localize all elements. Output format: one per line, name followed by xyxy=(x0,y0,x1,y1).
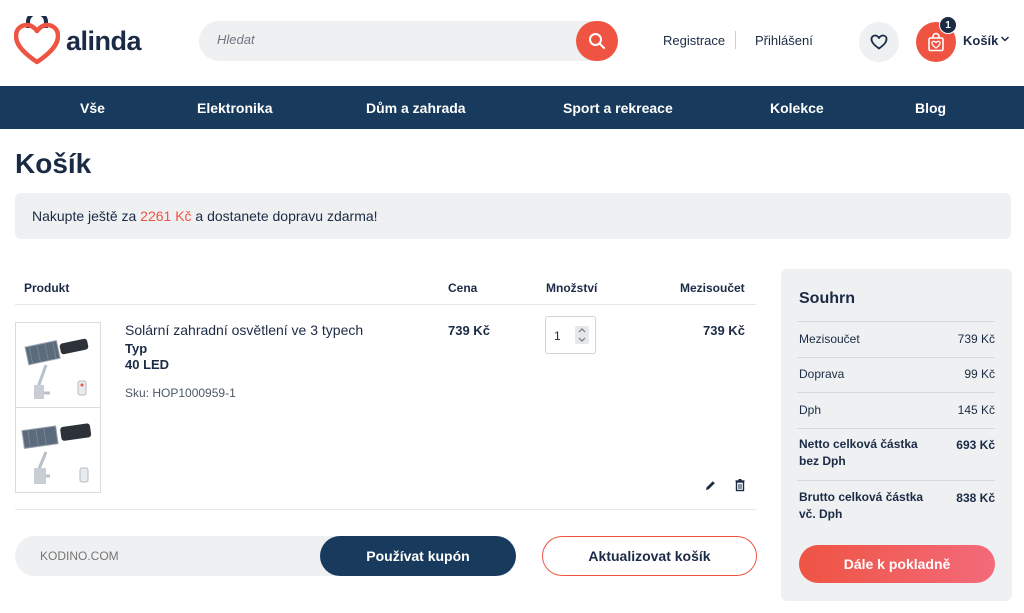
update-cart-button[interactable]: Aktualizovat košík xyxy=(542,536,757,576)
divider xyxy=(735,31,736,49)
summary-label-subtotal: Mezisoučet xyxy=(799,332,860,346)
product-subtotal: 739 Kč xyxy=(703,323,745,338)
chevron-up-icon[interactable] xyxy=(578,328,586,333)
heart-icon xyxy=(870,34,888,50)
notice-text-before: Nakupte ještě za xyxy=(32,208,141,224)
divider xyxy=(15,304,756,305)
summary-value-vat: 145 Kč xyxy=(957,403,995,417)
divider xyxy=(797,357,995,358)
shopping-bag-icon xyxy=(928,32,944,52)
column-header-subtotal: Mezisoučet xyxy=(680,281,745,295)
product-price: 739 Kč xyxy=(448,323,490,338)
nav-item-vse[interactable]: Vše xyxy=(80,100,105,116)
column-header-price: Cena xyxy=(448,281,478,295)
coupon-form: Používat kupón xyxy=(15,536,516,576)
column-header-product: Produkt xyxy=(24,281,70,295)
solar-lamp-image xyxy=(21,423,92,484)
quantity-input[interactable] xyxy=(554,329,574,343)
divider xyxy=(15,509,756,510)
main-nav: Vše Elektronika Dům a zahrada Sport a re… xyxy=(0,86,1024,129)
checkout-button[interactable]: Dále k pokladně xyxy=(799,545,995,583)
coupon-input[interactable] xyxy=(40,549,300,563)
quantity-stepper xyxy=(545,316,596,354)
summary-value-shipping: 99 Kč xyxy=(964,367,995,381)
search-input[interactable] xyxy=(217,32,557,47)
product-name-link[interactable]: Solární zahradní osvětlení ve 3 typech xyxy=(125,322,363,338)
nav-item-sport-a-rekreace[interactable]: Sport a rekreace xyxy=(563,100,673,116)
summary-label-net-total: Netto celková částka bez Dph xyxy=(799,437,918,468)
product-image[interactable] xyxy=(15,407,101,493)
chevron-down-icon[interactable] xyxy=(1000,35,1010,43)
pencil-icon[interactable] xyxy=(704,479,717,492)
notice-text-after: a dostanete dopravu zdarma! xyxy=(191,208,378,224)
nav-item-elektronika[interactable]: Elektronika xyxy=(197,100,272,116)
search-button[interactable] xyxy=(576,21,618,61)
divider xyxy=(797,480,995,481)
search-bar xyxy=(199,21,618,61)
product-variant-value: 40 LED xyxy=(125,357,170,372)
summary-label-vat: Dph xyxy=(799,403,822,417)
search-icon xyxy=(589,33,605,49)
product-image[interactable] xyxy=(15,322,101,408)
summary-label-gross-total: Brutto celková částka vč. Dph xyxy=(799,490,924,521)
summary-label-shipping: Doprava xyxy=(799,367,845,381)
free-shipping-notice: Nakupte ještě za 2261 Kč a dostanete dop… xyxy=(15,193,1011,239)
divider xyxy=(797,392,995,393)
page-title: Košík xyxy=(15,148,92,179)
trash-icon[interactable] xyxy=(734,478,746,492)
nav-item-kolekce[interactable]: Kolekce xyxy=(770,100,824,116)
product-sku: Sku: HOP1000959-1 xyxy=(125,386,236,400)
summary-value-subtotal: 739 Kč xyxy=(957,332,995,346)
notice-amount: 2261 Kč xyxy=(140,208,192,224)
logo[interactable]: alinda xyxy=(14,16,142,66)
nav-item-blog[interactable]: Blog xyxy=(915,100,946,116)
column-header-quantity: Množství xyxy=(546,281,598,295)
nav-item-dum-a-zahrada[interactable]: Dům a zahrada xyxy=(366,100,466,116)
cart-count-badge: 1 xyxy=(939,16,957,34)
product-variant-label: Typ xyxy=(125,341,148,356)
cart-label[interactable]: Košík xyxy=(963,33,998,48)
summary-value-gross-total: 838 Kč xyxy=(956,491,995,505)
wishlist-button[interactable] xyxy=(859,22,899,62)
logo-heart-icon xyxy=(14,16,60,65)
brand-name: alinda xyxy=(66,25,142,56)
solar-lamp-image xyxy=(24,338,89,399)
quantity-spinner[interactable] xyxy=(575,326,589,344)
divider xyxy=(797,428,995,429)
order-summary: Souhrn Mezisoučet 739 Kč Doprava 99 Kč D… xyxy=(781,269,1012,601)
login-link[interactable]: Přihlášení xyxy=(755,33,813,48)
register-link[interactable]: Registrace xyxy=(663,33,725,48)
chevron-down-icon[interactable] xyxy=(578,337,586,342)
summary-title: Souhrn xyxy=(799,290,855,307)
divider xyxy=(797,321,995,322)
site-header: alinda Registrace Přihlášení 1 Košík xyxy=(0,0,1024,86)
summary-value-net-total: 693 Kč xyxy=(956,438,995,452)
apply-coupon-button[interactable]: Používat kupón xyxy=(320,536,516,576)
